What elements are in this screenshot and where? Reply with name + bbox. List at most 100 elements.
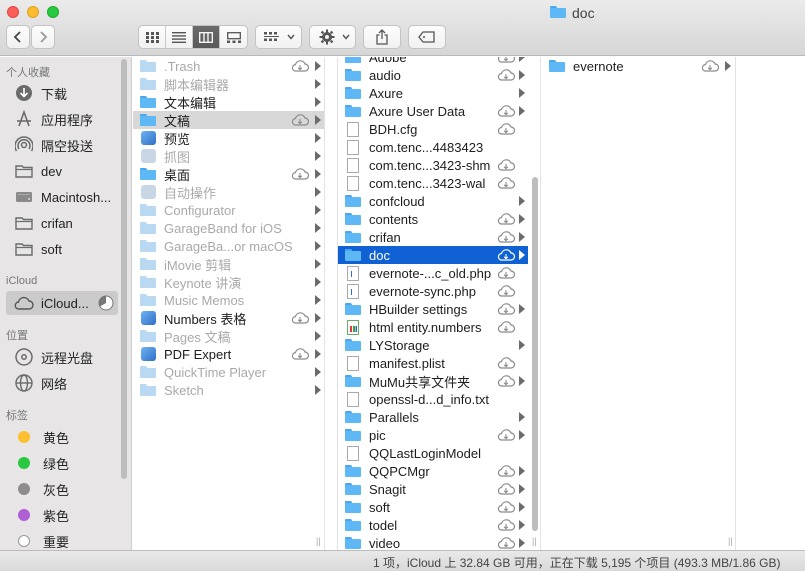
view-mode-selector[interactable] bbox=[138, 25, 248, 49]
file-row[interactable]: Pages 文稿 bbox=[133, 327, 324, 345]
file-row[interactable]: Axure bbox=[338, 84, 528, 102]
close-window-button[interactable] bbox=[7, 6, 19, 18]
file-row[interactable]: html entity.numbers bbox=[338, 318, 528, 336]
file-row[interactable]: com.tenc...3423-wal bbox=[338, 174, 528, 192]
file-row[interactable]: Numbers 表格 bbox=[133, 309, 324, 327]
sidebar-item-airdrop[interactable]: 隔空投送 bbox=[6, 133, 118, 157]
sidebar-item-soft[interactable]: soft bbox=[6, 237, 118, 261]
file-row[interactable]: QQPCMgr bbox=[338, 462, 528, 480]
action-button[interactable] bbox=[309, 25, 356, 49]
file-row[interactable]: QQLastLoginModel bbox=[338, 444, 528, 462]
sidebar-item-applications[interactable]: 应用程序 bbox=[6, 107, 118, 131]
forward-button[interactable] bbox=[31, 25, 55, 49]
icloud-download-icon[interactable] bbox=[290, 346, 310, 362]
sidebar-tag-gray[interactable]: 灰色 bbox=[6, 477, 118, 501]
sidebar-tag-important[interactable]: 重要 bbox=[6, 529, 118, 550]
icloud-download-icon[interactable] bbox=[496, 427, 516, 443]
icloud-download-icon[interactable] bbox=[290, 58, 310, 74]
icloud-download-icon[interactable] bbox=[496, 355, 516, 371]
file-row[interactable]: todel bbox=[338, 516, 528, 534]
file-row[interactable]: com.tenc...3423-shm bbox=[338, 156, 528, 174]
icloud-download-icon[interactable] bbox=[496, 265, 516, 281]
icloud-download-icon[interactable] bbox=[290, 310, 310, 326]
file-row[interactable]: Snagit bbox=[338, 480, 528, 498]
sidebar-item-icloud-drive[interactable]: iCloud... bbox=[6, 291, 118, 315]
file-row[interactable]: BDH.cfg bbox=[338, 120, 528, 138]
file-row[interactable]: 自动操作 bbox=[133, 183, 324, 201]
file-row[interactable]: video bbox=[338, 534, 528, 550]
file-row[interactable]: QuickTime Player bbox=[133, 363, 324, 381]
icloud-download-icon[interactable] bbox=[496, 481, 516, 497]
file-row[interactable]: GarageBand for iOS bbox=[133, 219, 324, 237]
icloud-download-icon[interactable] bbox=[496, 517, 516, 533]
file-row[interactable]: Configurator bbox=[133, 201, 324, 219]
file-row[interactable]: LYStorage bbox=[338, 336, 528, 354]
file-row[interactable]: openssl-d...d_info.txt bbox=[338, 390, 528, 408]
file-row[interactable]: .Trash bbox=[133, 57, 324, 75]
icloud-download-icon[interactable] bbox=[496, 229, 516, 245]
icloud-download-icon[interactable] bbox=[496, 121, 516, 137]
icloud-download-icon[interactable] bbox=[496, 499, 516, 515]
file-row[interactable]: crifan bbox=[338, 228, 528, 246]
sidebar-item-downloads[interactable]: 下载 bbox=[6, 81, 118, 105]
file-row[interactable]: evernote-...c_old.php bbox=[338, 264, 528, 282]
icloud-download-icon[interactable] bbox=[290, 112, 310, 128]
column-resize-handle[interactable]: || bbox=[728, 536, 733, 546]
file-row[interactable]: evernote bbox=[542, 57, 735, 75]
sidebar-tag-green[interactable]: 绿色 bbox=[6, 451, 118, 475]
icloud-download-icon[interactable] bbox=[290, 166, 310, 182]
icloud-download-icon[interactable] bbox=[496, 103, 516, 119]
file-row[interactable]: contents bbox=[338, 210, 528, 228]
edit-tags-button[interactable] bbox=[408, 25, 446, 49]
file-row[interactable]: 抓图 bbox=[133, 147, 324, 165]
icloud-download-icon[interactable] bbox=[496, 247, 516, 263]
icloud-download-icon[interactable] bbox=[496, 157, 516, 173]
file-row[interactable]: soft bbox=[338, 498, 528, 516]
file-row[interactable]: evernote-sync.php bbox=[338, 282, 528, 300]
back-button[interactable] bbox=[6, 25, 30, 49]
list-view-button[interactable] bbox=[166, 26, 193, 48]
column-resize-handle[interactable]: || bbox=[532, 536, 537, 546]
icloud-download-icon[interactable] bbox=[496, 211, 516, 227]
file-row[interactable]: manifest.plist bbox=[338, 354, 528, 372]
icloud-download-icon[interactable] bbox=[496, 463, 516, 479]
file-row[interactable]: Adobe bbox=[338, 57, 528, 66]
file-row[interactable]: iMovie 剪辑 bbox=[133, 255, 324, 273]
column-resize-handle[interactable]: || bbox=[316, 536, 321, 546]
file-row[interactable]: HBuilder settings bbox=[338, 300, 528, 318]
sidebar-tag-yellow[interactable]: 黄色 bbox=[6, 425, 118, 449]
file-row[interactable]: doc bbox=[338, 246, 528, 264]
icloud-download-icon[interactable] bbox=[496, 175, 516, 191]
file-row[interactable]: pic bbox=[338, 426, 528, 444]
icloud-download-icon[interactable] bbox=[700, 58, 720, 74]
icon-view-button[interactable] bbox=[139, 26, 166, 48]
file-row[interactable]: com.tenc...4483423 bbox=[338, 138, 528, 156]
file-row[interactable]: PDF Expert bbox=[133, 345, 324, 363]
icloud-download-icon[interactable] bbox=[496, 535, 516, 550]
sidebar-tag-purple[interactable]: 紫色 bbox=[6, 503, 118, 527]
zoom-window-button[interactable] bbox=[47, 6, 59, 18]
file-row[interactable]: GarageBa...or macOS bbox=[133, 237, 324, 255]
file-row[interactable]: 文本编辑 bbox=[133, 93, 324, 111]
minimize-window-button[interactable] bbox=[27, 6, 39, 18]
file-row[interactable]: 预览 bbox=[133, 129, 324, 147]
column-view-button[interactable] bbox=[193, 26, 220, 48]
sidebar-item-remote-disc[interactable]: 远程光盘 bbox=[6, 345, 118, 369]
icloud-download-icon[interactable] bbox=[496, 301, 516, 317]
file-row[interactable]: audio bbox=[338, 66, 528, 84]
sidebar-item-network[interactable]: 网络 bbox=[6, 371, 118, 395]
file-row[interactable]: MuMu共享文件夹 bbox=[338, 372, 528, 390]
file-row[interactable]: Axure User Data bbox=[338, 102, 528, 120]
file-row[interactable]: 脚本编辑器 bbox=[133, 75, 324, 93]
sidebar-item-crifan[interactable]: crifan bbox=[6, 211, 118, 235]
sidebar-item-macintosh[interactable]: Macintosh... bbox=[6, 185, 118, 209]
file-row[interactable]: confcloud bbox=[338, 192, 528, 210]
gallery-view-button[interactable] bbox=[220, 26, 247, 48]
icloud-download-icon[interactable] bbox=[496, 67, 516, 83]
group-by-button[interactable] bbox=[255, 25, 302, 49]
file-row[interactable]: Music Memos bbox=[133, 291, 324, 309]
column-2-scrollbar[interactable] bbox=[532, 177, 538, 531]
file-row[interactable]: Keynote 讲演 bbox=[133, 273, 324, 291]
file-row[interactable]: Parallels bbox=[338, 408, 528, 426]
share-button[interactable] bbox=[363, 25, 401, 49]
